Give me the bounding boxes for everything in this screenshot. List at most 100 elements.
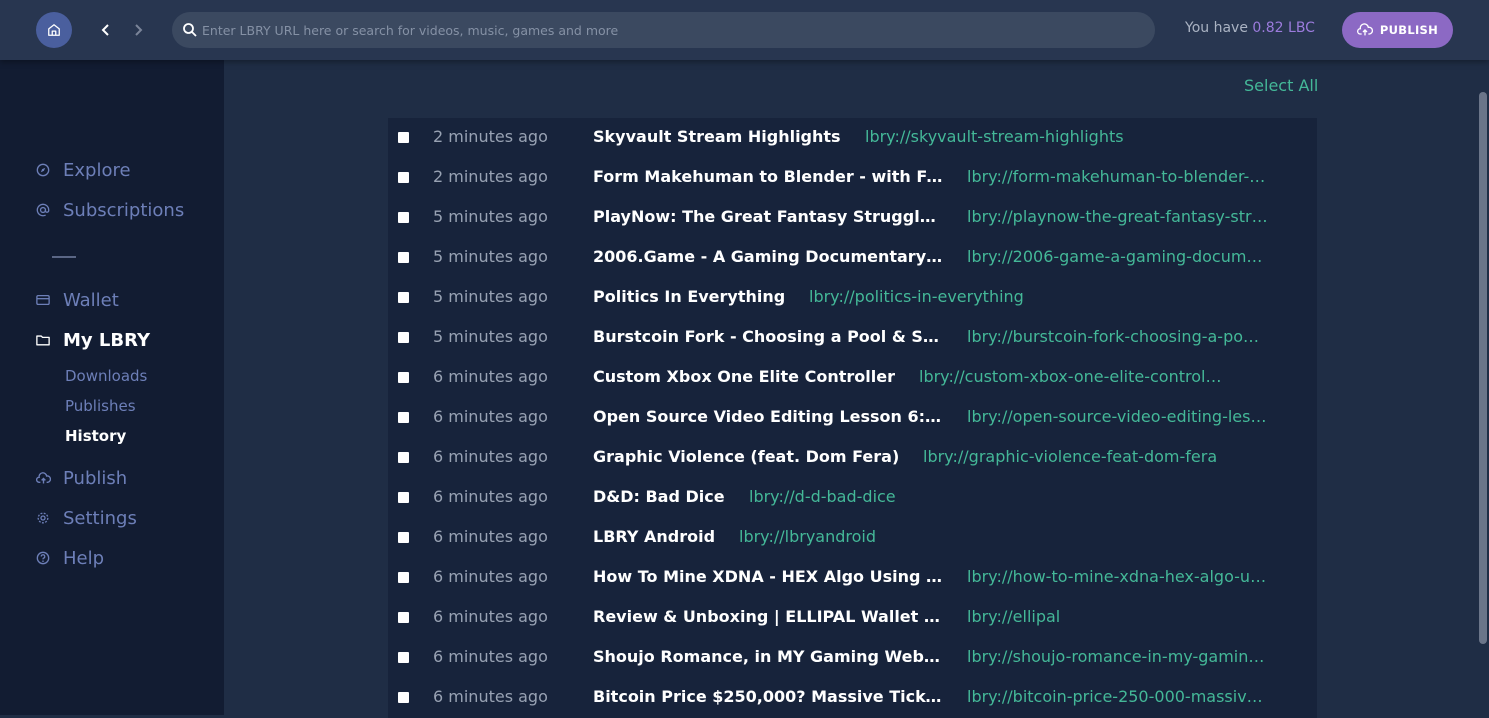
sidebar-item-explore[interactable]: Explore	[35, 158, 131, 182]
row-title-link[interactable]: Shoujo Romance, in MY Gaming Webcomic…	[593, 647, 943, 666]
row-title-link[interactable]: Open Source Video Editing Lesson 6: Keyf…	[593, 407, 943, 426]
history-row[interactable]: 6 minutes ago Review & Unboxing | ELLIPAL…	[388, 598, 1317, 638]
select-all-button[interactable]: Select All	[1244, 76, 1318, 95]
row-title-link[interactable]: Skyvault Stream Highlights	[593, 127, 841, 146]
row-url-link[interactable]: lbry://d-d-bad-dice	[749, 487, 896, 506]
row-title-link[interactable]: Review & Unboxing | ELLIPAL Wallet - The…	[593, 607, 943, 626]
row-time: 6 minutes ago	[433, 447, 548, 466]
row-url-link[interactable]: lbry://how-to-mine-xdna-hex-algo-u…	[967, 567, 1266, 586]
back-button[interactable]	[96, 18, 116, 42]
sidebar-subitem-publishes[interactable]: Publishes	[65, 397, 136, 415]
home-icon	[48, 24, 60, 36]
row-time: 6 minutes ago	[433, 687, 548, 706]
sidebar-item-subscriptions[interactable]: Subscriptions	[35, 198, 184, 222]
row-checkbox[interactable]	[398, 692, 409, 703]
row-checkbox[interactable]	[398, 372, 409, 383]
row-title-link[interactable]: 2006.Game - A Gaming Documentary Series	[593, 247, 943, 266]
row-checkbox[interactable]	[398, 532, 409, 543]
sidebar-item-label: My LBRY	[63, 329, 151, 351]
row-url-link[interactable]: lbry://bitcoin-price-250-000-massiv…	[967, 687, 1263, 706]
history-row[interactable]: 6 minutes ago Open Source Video Editing L…	[388, 398, 1317, 438]
row-time: 6 minutes ago	[433, 647, 548, 666]
row-url-link[interactable]: lbry://open-source-video-editing-les…	[967, 407, 1266, 426]
sidebar-item-settings[interactable]: Settings	[35, 506, 137, 530]
row-checkbox[interactable]	[398, 172, 409, 183]
row-url-link[interactable]: lbry://skyvault-stream-highlights	[865, 127, 1124, 146]
row-url-link[interactable]: lbry://ellipal	[967, 607, 1060, 626]
row-title-link[interactable]: PlayNow: The Great Fantasy Struggle | PC…	[593, 207, 943, 226]
publish-button[interactable]: PUBLISH	[1342, 12, 1453, 48]
search-input[interactable]	[202, 12, 1142, 48]
home-button[interactable]	[36, 12, 72, 48]
row-url-link[interactable]: lbry://burstcoin-fork-choosing-a-poo…	[967, 327, 1268, 346]
history-row[interactable]: 5 minutes ago PlayNow: The Great Fantasy …	[388, 198, 1317, 238]
sidebar-subitem-downloads[interactable]: Downloads	[65, 367, 147, 385]
forward-button[interactable]	[128, 18, 148, 42]
row-time: 6 minutes ago	[433, 367, 548, 386]
row-url-link[interactable]: lbry://form-makehuman-to-blender-…	[967, 167, 1265, 186]
row-checkbox[interactable]	[398, 612, 409, 623]
row-checkbox[interactable]	[398, 292, 409, 303]
row-time: 5 minutes ago	[433, 287, 548, 306]
row-title-link[interactable]: Graphic Violence (feat. Dom Fera)	[593, 447, 899, 466]
row-url-link[interactable]: lbry://graphic-violence-feat-dom-fera	[923, 447, 1217, 466]
compass-icon	[35, 162, 51, 178]
row-title-link[interactable]: Custom Xbox One Elite Controller	[593, 367, 895, 386]
sidebar-item-label: Wallet	[63, 289, 119, 311]
row-time: 6 minutes ago	[433, 527, 548, 546]
chevron-right-icon	[135, 24, 143, 36]
history-row[interactable]: 6 minutes ago Custom Xbox One Elite Contr…	[388, 358, 1317, 398]
row-url-link[interactable]: lbry://shoujo-romance-in-my-gaming…	[967, 647, 1268, 666]
row-time: 6 minutes ago	[433, 567, 548, 586]
row-checkbox[interactable]	[398, 652, 409, 663]
row-time: 5 minutes ago	[433, 207, 548, 226]
history-row[interactable]: 6 minutes ago LBRY Android lbry://lbryandr…	[388, 518, 1317, 558]
top-bar: You have 0.82 LBC PUBLISH	[0, 0, 1489, 60]
row-checkbox[interactable]	[398, 492, 409, 503]
sidebar-item-label: Explore	[63, 159, 131, 181]
cloud-upload-icon	[1356, 23, 1373, 36]
history-row[interactable]: 6 minutes ago D&D: Bad Dice lbry://d-d-bad…	[388, 478, 1317, 518]
sidebar-subitem-history[interactable]: History	[65, 427, 126, 445]
history-row[interactable]: 6 minutes ago How To Mine XDNA - HEX Algo…	[388, 558, 1317, 598]
history-row[interactable]: 6 minutes ago Bitcoin Price $250,000? Mas…	[388, 678, 1317, 718]
row-checkbox[interactable]	[398, 252, 409, 263]
at-sign-icon	[35, 202, 51, 218]
row-checkbox[interactable]	[398, 412, 409, 423]
history-row[interactable]: 5 minutes ago 2006.Game - A Gaming Docume…	[388, 238, 1317, 278]
scrollbar[interactable]	[1479, 92, 1487, 644]
balance-amount: 0.82 LBC	[1252, 20, 1315, 36]
sidebar-item-label: Publish	[63, 467, 128, 489]
row-title-link[interactable]: Politics In Everything	[593, 287, 785, 306]
row-title-link[interactable]: How To Mine XDNA - HEX Algo Using Z En…	[593, 567, 943, 586]
history-row[interactable]: 5 minutes ago Politics In Everything lbry:…	[388, 278, 1317, 318]
publish-button-label: PUBLISH	[1379, 23, 1439, 37]
row-url-link[interactable]: lbry://playnow-the-great-fantasy-str…	[967, 207, 1268, 226]
sidebar-item-help[interactable]: Help	[35, 546, 104, 570]
history-row[interactable]: 2 minutes ago Form Makehuman to Blender -…	[388, 158, 1317, 198]
row-title-link[interactable]: Form Makehuman to Blender - with Facebo…	[593, 167, 943, 186]
history-row[interactable]: 6 minutes ago Shoujo Romance, in MY Gamin…	[388, 638, 1317, 678]
row-time: 2 minutes ago	[433, 127, 548, 146]
row-url-link[interactable]: lbry://custom-xbox-one-elite-control…	[919, 367, 1221, 386]
history-row[interactable]: 2 minutes ago Skyvault Stream Highlights l…	[388, 118, 1317, 158]
row-checkbox[interactable]	[398, 332, 409, 343]
row-title-link[interactable]: Burstcoin Fork - Choosing a Pool & Setti…	[593, 327, 943, 346]
row-checkbox[interactable]	[398, 572, 409, 583]
row-title-link[interactable]: Bitcoin Price $250,000? Massive Ticketin…	[593, 687, 943, 706]
history-row[interactable]: 6 minutes ago Graphic Violence (feat. Dom…	[388, 438, 1317, 478]
sidebar-item-publish[interactable]: Publish	[35, 466, 127, 490]
history-row[interactable]: 5 minutes ago Burstcoin Fork - Choosing a…	[388, 318, 1317, 358]
row-checkbox[interactable]	[398, 452, 409, 463]
row-title-link[interactable]: LBRY Android	[593, 527, 715, 546]
sidebar-item-my-lbry[interactable]: My LBRY	[35, 328, 150, 352]
row-url-link[interactable]: lbry://2006-game-a-gaming-docum…	[967, 247, 1262, 266]
row-url-link[interactable]: lbry://politics-in-everything	[809, 287, 1024, 306]
row-title-link[interactable]: D&D: Bad Dice	[593, 487, 725, 506]
row-time: 5 minutes ago	[433, 247, 548, 266]
row-time: 2 minutes ago	[433, 167, 548, 186]
sidebar-item-wallet[interactable]: Wallet	[35, 288, 119, 312]
row-url-link[interactable]: lbry://lbryandroid	[739, 527, 876, 546]
row-checkbox[interactable]	[398, 132, 409, 143]
row-checkbox[interactable]	[398, 212, 409, 223]
